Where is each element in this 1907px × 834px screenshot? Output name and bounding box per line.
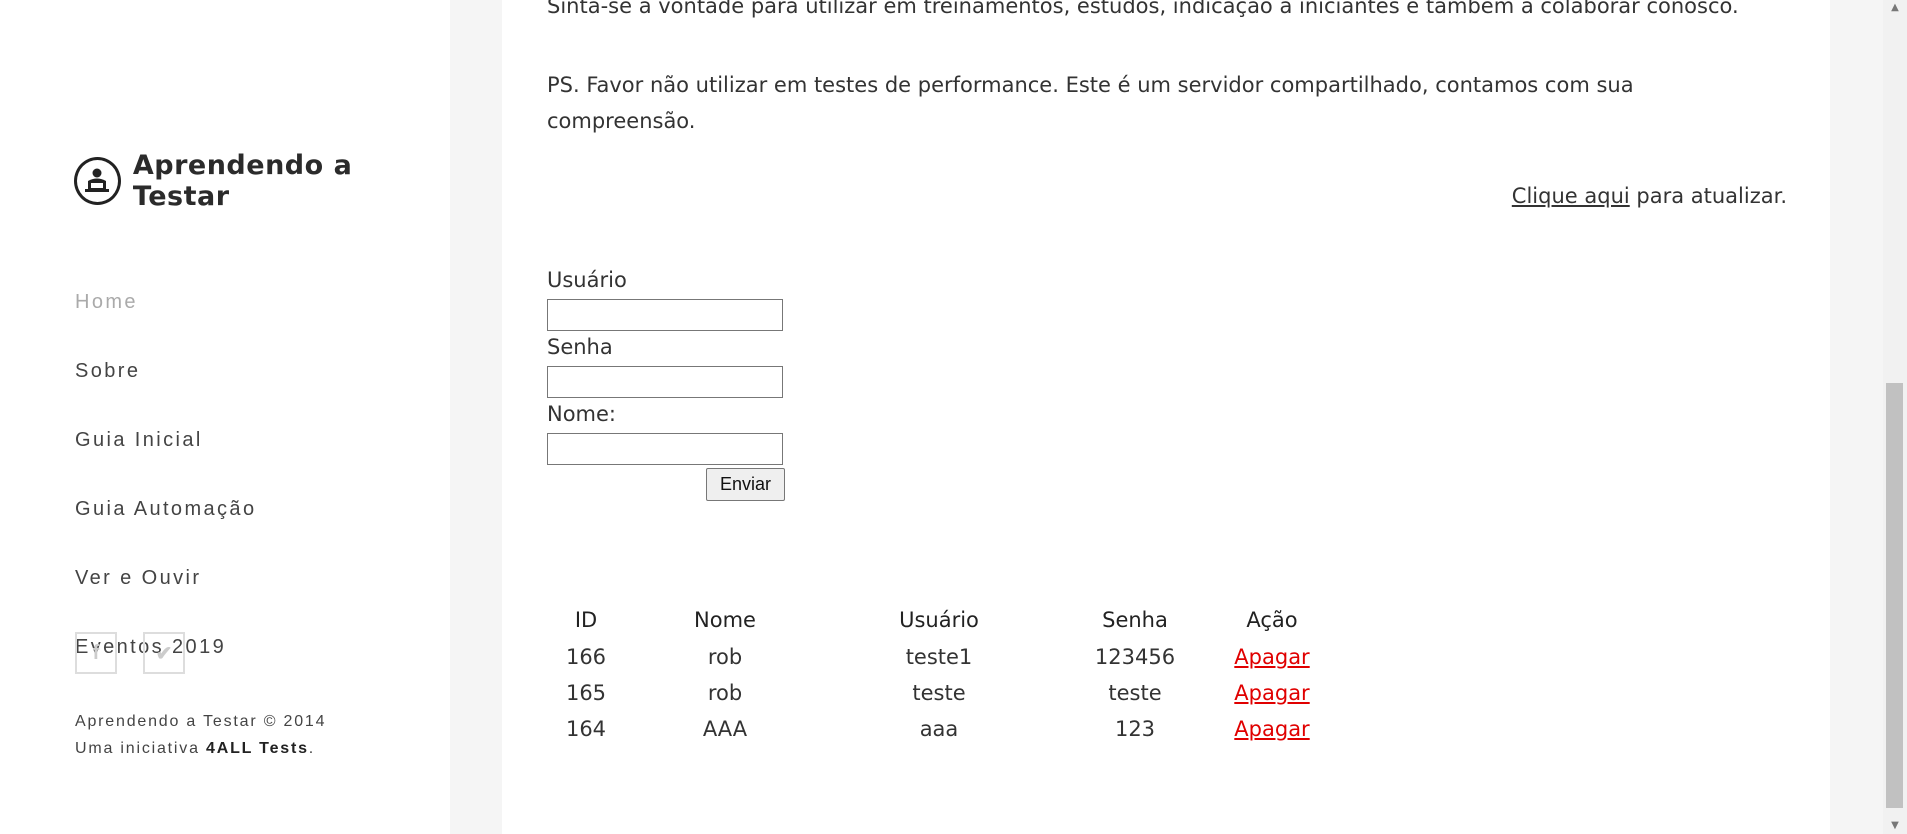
table-row: 164 AAA aaa 123 Apagar — [547, 711, 1327, 747]
nav-item-sobre[interactable]: Sobre — [75, 354, 256, 423]
cell-acao: Apagar — [1217, 675, 1327, 711]
site-logo[interactable]: Aprendendo a Testar — [74, 150, 450, 212]
cell-acao: Apagar — [1217, 711, 1327, 747]
nome-input[interactable] — [547, 433, 783, 465]
cell-id: 165 — [565, 681, 607, 705]
table-header-row: ID Nome Usuário Senha Ação — [547, 601, 1327, 639]
nome-label: Nome: — [547, 402, 617, 426]
footer-initiative-prefix: Uma iniciativa — [75, 740, 207, 757]
performance-notice: PS. Favor não utilizar em testes de perf… — [547, 73, 1634, 133]
cell-nome: AAA — [702, 717, 748, 741]
refresh-link[interactable]: Clique aqui — [1512, 184, 1630, 208]
enviar-button[interactable]: Enviar — [706, 468, 785, 501]
cell-usuario: teste1 — [905, 645, 973, 669]
footer-initiative-suffix: . — [308, 740, 316, 757]
cell-senha: 123 — [1114, 717, 1156, 741]
form-actions: Enviar — [547, 468, 785, 501]
cell-id: 164 — [565, 717, 607, 741]
table-row: 165 rob teste teste Apagar — [547, 675, 1327, 711]
sidebar-footer: Aprendendo a Testar © 2014 Uma iniciativ… — [75, 708, 326, 762]
cell-id: 166 — [565, 645, 607, 669]
usuario-input[interactable] — [547, 299, 783, 331]
twitter-icon[interactable]: ✔ — [143, 632, 185, 674]
footer-initiative-brand[interactable]: 4ALL Tests — [206, 740, 309, 757]
user-form: Usuário Senha Nome: Enviar — [547, 264, 785, 501]
refresh-suffix: para atualizar. — [1629, 184, 1787, 208]
logo-text: Aprendendo a Testar — [132, 150, 353, 212]
scroll-down-icon[interactable]: ▼ — [1883, 818, 1907, 834]
apagar-link[interactable]: Apagar — [1234, 681, 1309, 705]
sidebar: Aprendendo a Testar Home Sobre Guia Inic… — [0, 0, 450, 834]
cell-usuario: teste — [912, 681, 966, 705]
table-row: 166 rob teste1 123456 Apagar — [547, 639, 1327, 675]
page-scrollbar[interactable]: ▲ ▼ — [1883, 0, 1907, 834]
header-senha: Senha — [1102, 608, 1168, 632]
senha-input[interactable] — [547, 366, 783, 398]
nav-item-guia-automacao[interactable]: Guia Automação — [75, 492, 256, 561]
refresh-notice: Clique aqui para atualizar. — [1512, 184, 1787, 208]
main-content: Sinta-se à vontade para utilizar em trei… — [502, 0, 1830, 834]
cell-senha: teste — [1108, 681, 1162, 705]
cell-nome: rob — [707, 681, 743, 705]
intro-paragraph: Sinta-se à vontade para utilizar em trei… — [547, 0, 1739, 18]
apagar-link[interactable]: Apagar — [1234, 645, 1309, 669]
header-usuario: Usuário — [899, 608, 979, 632]
header-nome: Nome — [694, 608, 756, 632]
reader-logo-icon — [74, 157, 121, 205]
header-id: ID — [574, 608, 598, 632]
cell-senha: 123456 — [1094, 645, 1176, 669]
footer-initiative: Uma iniciativa 4ALL Tests. — [75, 735, 326, 762]
cell-nome: rob — [707, 645, 743, 669]
header-acao: Ação — [1246, 608, 1298, 632]
scrollbar-thumb[interactable] — [1886, 383, 1903, 808]
facebook-icon[interactable]: f — [75, 632, 117, 674]
senha-label: Senha — [547, 335, 613, 359]
usuario-label: Usuário — [547, 268, 627, 292]
users-table: ID Nome Usuário Senha Ação 166 rob teste… — [547, 601, 1327, 747]
nav-item-home[interactable]: Home — [75, 285, 256, 354]
nav-item-guia-inicial[interactable]: Guia Inicial — [75, 423, 256, 492]
scroll-up-icon[interactable]: ▲ — [1883, 0, 1907, 16]
cell-acao: Apagar — [1217, 639, 1327, 675]
cell-usuario: aaa — [919, 717, 959, 741]
nav-item-ver-e-ouvir[interactable]: Ver e Ouvir — [75, 561, 256, 630]
footer-copyright: Aprendendo a Testar © 2014 — [75, 713, 327, 730]
apagar-link[interactable]: Apagar — [1234, 717, 1309, 741]
